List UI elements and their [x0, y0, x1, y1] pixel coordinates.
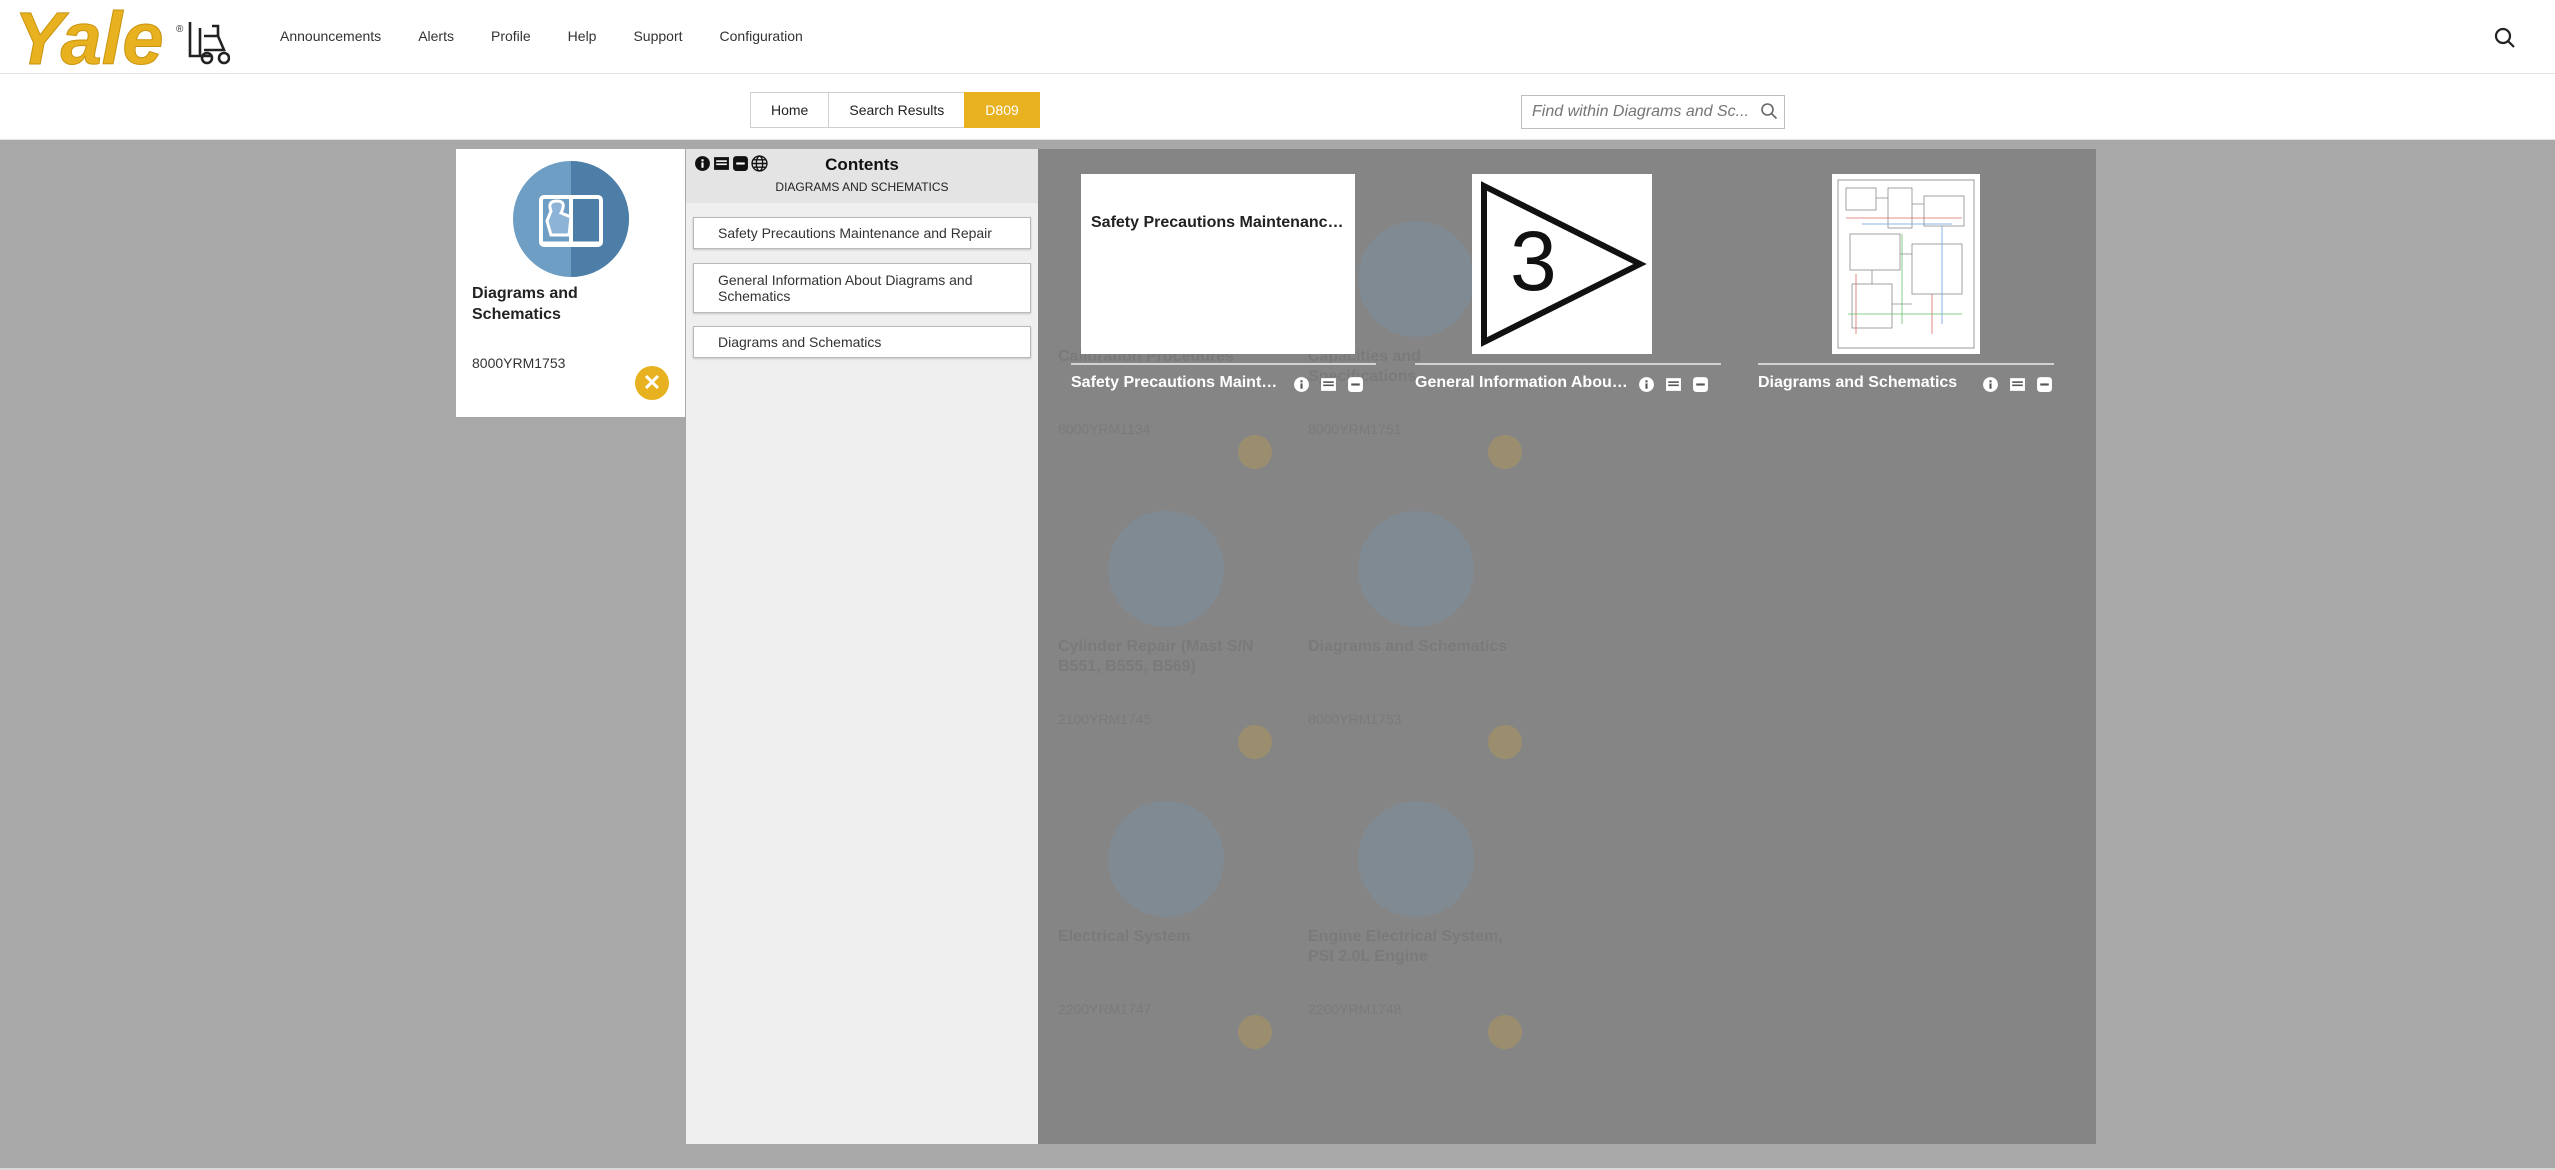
divider [1071, 363, 1376, 365]
thumbnail-text: Safety Precautions Maintenance... [1091, 214, 1347, 231]
nav-help[interactable]: Help [568, 28, 597, 44]
document-card: Diagrams and Schematics 8000YRM1753 ✕ [456, 149, 685, 417]
info-icon[interactable] [1982, 376, 1999, 393]
toc-item-general-info[interactable]: General Information About Diagrams and S… [693, 263, 1031, 313]
collapse-icon[interactable] [2036, 376, 2053, 393]
collapse-icon[interactable] [1692, 376, 1709, 393]
main-nav: Announcements Alerts Profile Help Suppor… [280, 28, 840, 44]
svg-text:®: ® [176, 24, 184, 35]
divider [1415, 363, 1721, 365]
breadcrumb-home[interactable]: Home [750, 92, 830, 128]
result-thumbnail-safety[interactable]: Safety Precautions Maintenance... [1081, 174, 1355, 354]
document-icon[interactable] [2009, 376, 2026, 393]
manual-icon [511, 159, 631, 279]
document-icon[interactable] [713, 155, 730, 172]
result-actions [1982, 376, 2053, 393]
svg-text:Yale: Yale [14, 6, 163, 70]
breadcrumb: Home Search Results D809 [750, 92, 1040, 128]
top-header: Yale ® Announcements Alerts Profile Help… [0, 0, 2555, 81]
schematic-thumbnail [1837, 179, 1975, 349]
contents-panel: Contents DIAGRAMS AND SCHEMATICS Safety … [686, 149, 1038, 1144]
result-label-diagrams[interactable]: Diagrams and Schematics [1758, 374, 1968, 392]
result-thumbnail-diagrams[interactable] [1832, 174, 1980, 354]
nav-configuration[interactable]: Configuration [720, 28, 803, 44]
breadcrumb-current: D809 [964, 92, 1040, 128]
contents-header: Contents DIAGRAMS AND SCHEMATICS [686, 149, 1038, 203]
result-label-general-info[interactable]: General Information About ... [1415, 374, 1630, 392]
background-tile: Electrical System 2200YRM1747 [1046, 729, 1306, 1049]
info-icon[interactable] [1293, 376, 1310, 393]
document-icon[interactable] [1665, 376, 1682, 393]
toc-item-diagrams[interactable]: Diagrams and Schematics [693, 326, 1031, 358]
background-tile: Cylinder Repair (Mast S/N B551, B555, B5… [1046, 439, 1306, 759]
contents-toolbar [694, 155, 768, 172]
contents-subtitle: DIAGRAMS AND SCHEMATICS [775, 180, 949, 194]
card-code: 8000YRM1753 [472, 355, 566, 371]
collapse-icon[interactable] [1347, 376, 1364, 393]
document-icon[interactable] [1320, 376, 1337, 393]
card-title: Diagrams and Schematics [472, 285, 578, 323]
toc-item-safety[interactable]: Safety Precautions Maintenance and Repai… [693, 217, 1031, 249]
search-icon[interactable] [1760, 102, 1778, 120]
svg-text:3: 3 [1510, 214, 1557, 308]
result-thumbnail-general-info[interactable]: 3 [1472, 174, 1652, 354]
results-area: Calibration Procedures 8000YRM1134 Capac… [1038, 149, 2096, 1144]
breadcrumb-bar: Home Search Results D809 [0, 74, 2555, 140]
breadcrumb-search-results[interactable]: Search Results [828, 92, 966, 128]
info-icon[interactable] [1638, 376, 1655, 393]
close-button[interactable]: ✕ [635, 366, 669, 400]
globe-icon[interactable] [751, 155, 768, 172]
result-actions [1638, 376, 1709, 393]
nav-announcements[interactable]: Announcements [280, 28, 381, 44]
nav-profile[interactable]: Profile [491, 28, 531, 44]
divider [1758, 363, 2054, 365]
search-icon[interactable] [2493, 26, 2517, 50]
nav-support[interactable]: Support [633, 28, 682, 44]
result-actions [1293, 376, 1364, 393]
nav-alerts[interactable]: Alerts [418, 28, 454, 44]
yale-logo[interactable]: Yale ® [14, 0, 231, 81]
find-within-input[interactable] [1522, 96, 1748, 128]
background-tile: Diagrams and Schematics 8000YRM1753 [1296, 439, 1556, 759]
background-tile: Engine Electrical System, PSI 2.0L Engin… [1296, 729, 1556, 1049]
find-within-field[interactable] [1521, 95, 1785, 129]
triangle-3-icon: 3 [1481, 181, 1647, 347]
result-label-safety[interactable]: Safety Precautions Mainte... [1071, 374, 1281, 392]
info-icon[interactable] [694, 155, 711, 172]
collapse-icon[interactable] [732, 155, 749, 172]
